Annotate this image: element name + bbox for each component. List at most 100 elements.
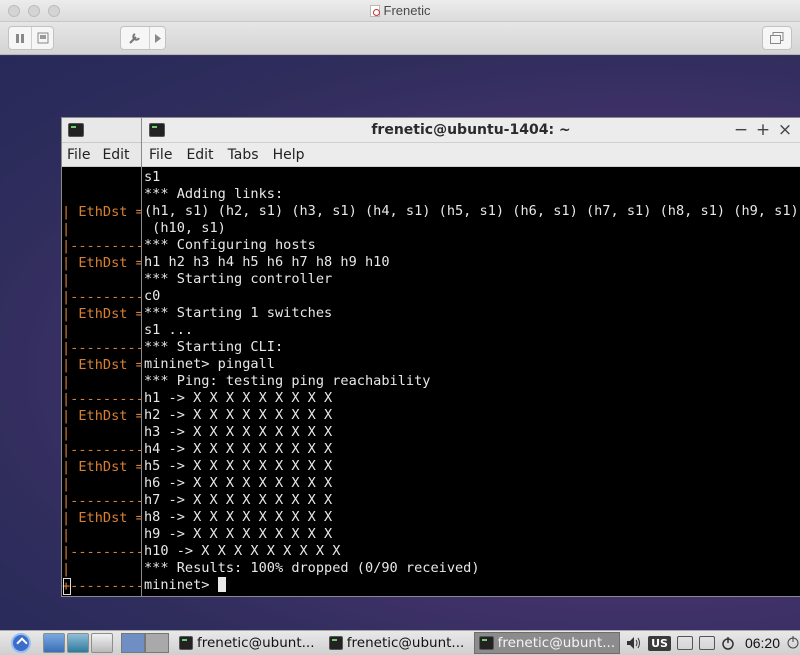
back-terminal-window[interactable]: File Edit | EthDst = | |--------- | EthDst … [61, 117, 143, 597]
terminal-launcher[interactable] [90, 633, 113, 653]
start-menu-icon [10, 633, 31, 653]
workspace-2[interactable] [144, 633, 169, 653]
terminal-line: h10 -> X X X X X X X X X [144, 543, 341, 559]
window-title: frenetic@ubuntu-1404: ~ [371, 122, 571, 138]
terminal-line: (h1, s1) (h2, s1) (h3, s1) (h4, s1) (h5,… [144, 203, 799, 219]
front-terminal-titlebar[interactable]: frenetic@ubuntu-1404: ~ − + × [142, 118, 800, 143]
terminal-line: | [62, 425, 71, 441]
keyboard-layout-indicator[interactable]: US [648, 635, 671, 651]
system-tray: US 06:20 [626, 635, 800, 651]
back-terminal-menubar: File Edit [62, 143, 142, 167]
menu-edit[interactable]: Edit [102, 147, 129, 163]
terminal-line: h9 -> X X X X X X X X X [144, 526, 333, 542]
wrench-icon [129, 33, 140, 44]
terminal-line: |--------- [62, 442, 142, 458]
maximize-button[interactable]: + [754, 120, 772, 140]
settings-dropdown-button[interactable] [149, 27, 165, 49]
terminal-icon [479, 636, 494, 650]
menu-tabs[interactable]: Tabs [228, 147, 259, 163]
show-desktop-button[interactable] [43, 633, 66, 653]
terminal-line: *** Configuring hosts [144, 237, 316, 253]
workspace-switcher [120, 633, 169, 653]
taskbar-task-active[interactable]: frenetic@ubunt... [474, 632, 621, 654]
workspace-1[interactable] [120, 633, 145, 653]
terminal-line: |--------- [62, 493, 142, 509]
menu-file[interactable]: File [67, 147, 90, 163]
terminal-line: *** Adding links: [144, 186, 284, 202]
terminal-line: | EthDst = [62, 204, 142, 220]
terminal-icon [68, 123, 84, 137]
terminal-line: | EthDst = [62, 510, 142, 526]
terminal-cursor [217, 577, 226, 592]
terminal-icon [328, 636, 343, 650]
back-terminal-titlebar[interactable] [62, 118, 142, 143]
terminal-line: *** Ping: testing ping reachability [144, 373, 431, 389]
terminal-line: | [62, 476, 71, 492]
start-menu-button[interactable] [0, 631, 41, 655]
shell-prompt: mininet> [144, 577, 218, 593]
terminal-line: | EthDst = [62, 408, 142, 424]
terminal-line: | EthDst = [62, 357, 142, 373]
terminal-line: |--------- [62, 238, 142, 254]
back-terminal-output[interactable]: | EthDst = | |--------- | EthDst = | |-------… [62, 167, 142, 595]
shutdown-icon[interactable] [786, 636, 800, 650]
task-label: frenetic@ubunt... [346, 635, 465, 651]
host-toolbar [0, 22, 800, 55]
taskbar-task[interactable]: frenetic@ubunt... [175, 632, 319, 654]
terminal-line: | [62, 323, 71, 339]
taskbar: frenetic@ubunt... frenetic@ubunt... fren… [0, 630, 800, 655]
terminal-line: mininet> pingall [144, 356, 275, 372]
prompt-line[interactable]: mininet> [144, 577, 800, 594]
terminal-line: h2 -> X X X X X X X X X [144, 407, 333, 423]
vm-control-group [8, 26, 54, 50]
snapshot-icon [37, 32, 48, 44]
terminal-line: |--------- [62, 340, 142, 356]
host-titlebar: Frenetic [0, 0, 800, 22]
terminal-line: *** Starting CLI: [144, 339, 284, 355]
front-terminal-menubar: File Edit Tabs Help [142, 143, 800, 167]
front-terminal-window[interactable]: frenetic@ubuntu-1404: ~ − + × File Edit … [141, 117, 800, 597]
terminal-line: h6 -> X X X X X X X X X [144, 475, 333, 491]
close-button[interactable]: × [776, 120, 794, 140]
taskbar-task[interactable]: frenetic@ubunt... [325, 632, 469, 654]
terminal-line: c0 [144, 288, 161, 304]
fullscreen-button[interactable] [762, 26, 792, 50]
power-icon[interactable] [721, 636, 735, 650]
terminal-line: *** Results: 100% dropped (0/90 received… [144, 560, 480, 576]
menu-file[interactable]: File [149, 147, 172, 163]
terminal-line: |--------- [62, 544, 142, 560]
menu-edit[interactable]: Edit [186, 147, 213, 163]
terminal-line: h4 -> X X X X X X X X X [144, 441, 333, 457]
terminal-line: s1 [144, 169, 161, 185]
snapshot-button[interactable] [31, 27, 53, 49]
terminal-line: | [62, 221, 71, 237]
terminal-line: h1 -> X X X X X X X X X [144, 390, 333, 406]
terminal-line: h3 -> X X X X X X X X X [144, 424, 333, 440]
task-label: frenetic@ubunt... [196, 635, 315, 651]
terminal-line: +--------- [62, 578, 142, 594]
menu-help[interactable]: Help [273, 147, 305, 163]
settings-group [120, 26, 166, 50]
document-icon [369, 5, 380, 17]
terminal-line: | [62, 561, 71, 577]
terminal-line: | [62, 527, 71, 543]
terminal-line: h8 -> X X X X X X X X X [144, 509, 333, 525]
keyboard-icon[interactable] [676, 636, 693, 650]
minimize-button[interactable]: − [732, 120, 750, 140]
clock[interactable]: 06:20 [745, 635, 780, 651]
terminal-line: | EthDst = [62, 459, 142, 475]
volume-icon[interactable] [626, 636, 642, 650]
network-icon[interactable] [698, 636, 715, 650]
terminal-line: | EthDst = [62, 255, 142, 271]
terminal-line: s1 ... [144, 322, 194, 338]
host-window-title: Frenetic [0, 3, 800, 18]
settings-button[interactable] [121, 27, 149, 49]
terminal-line: *** Starting controller [144, 271, 333, 287]
terminal-line: (h10, s1) [144, 220, 226, 236]
terminal-line: h1 h2 h3 h4 h5 h6 h7 h8 h9 h10 [144, 254, 390, 270]
terminal-output[interactable]: s1 *** Adding links: (h1, s1) (h2, s1) (h3… [142, 167, 800, 595]
terminal-cursor [63, 578, 71, 595]
file-manager-launcher[interactable] [67, 633, 89, 653]
windows-icon [770, 32, 784, 44]
pause-vm-button[interactable] [9, 27, 31, 49]
